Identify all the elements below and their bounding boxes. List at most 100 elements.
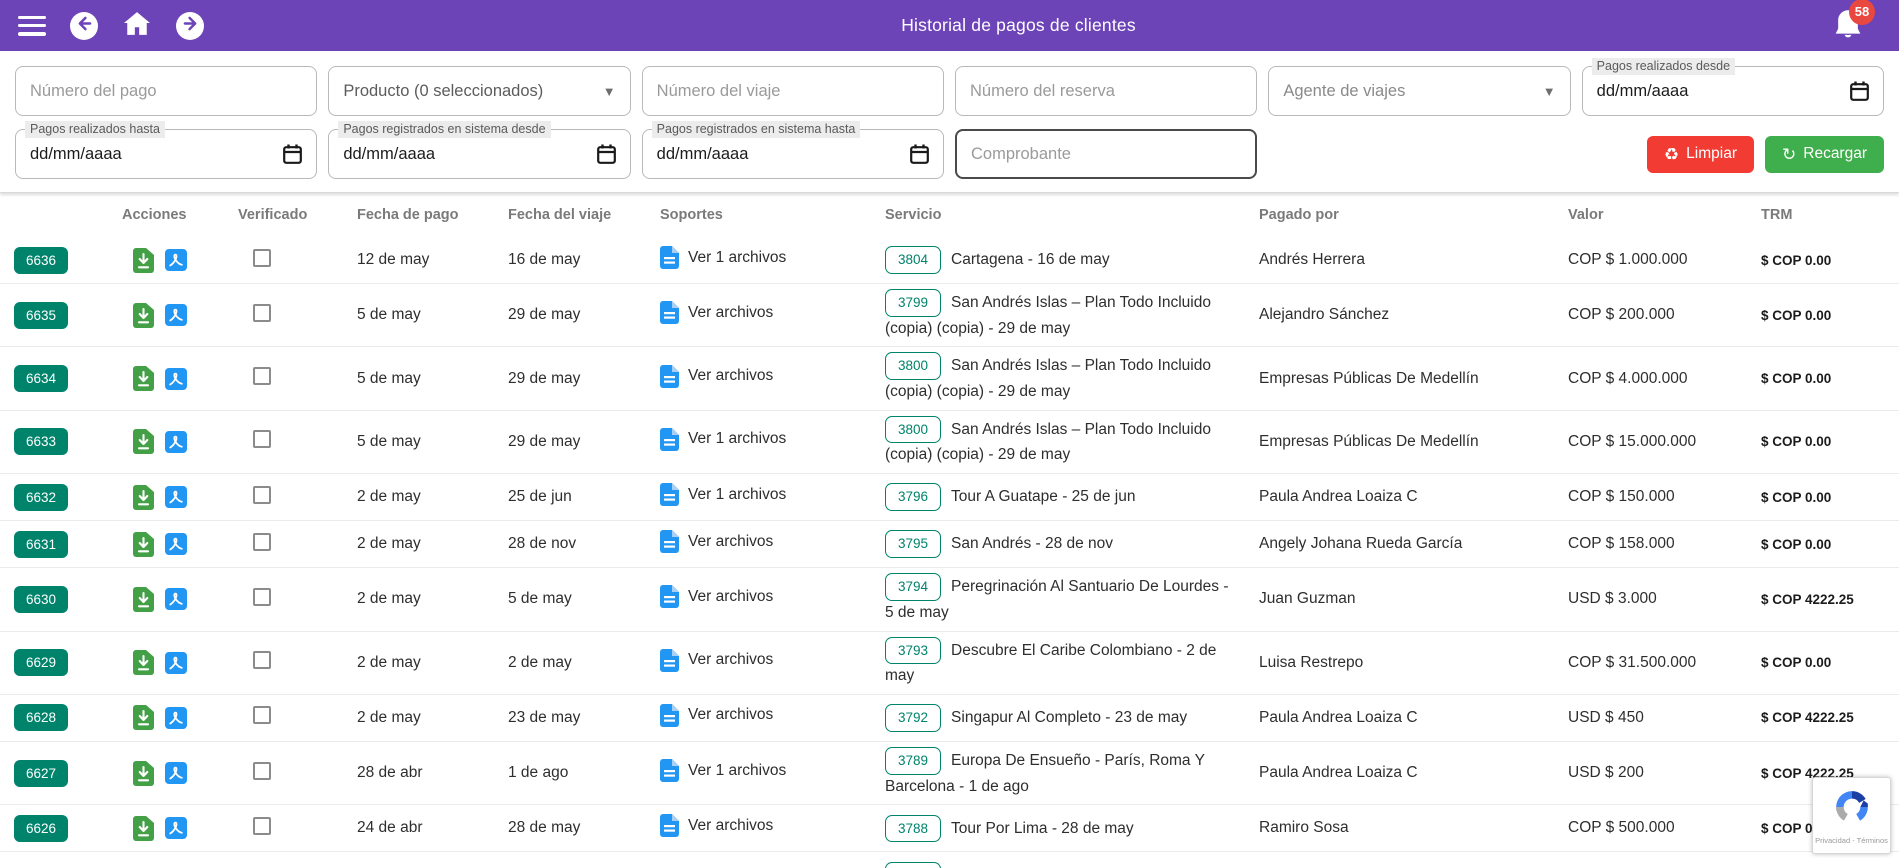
- verified-checkbox[interactable]: [253, 367, 271, 386]
- notifications-button[interactable]: 58: [1833, 0, 1875, 43]
- view-files-link[interactable]: Ver archivos: [660, 585, 773, 609]
- pdf-icon[interactable]: [165, 367, 187, 390]
- verified-checkbox[interactable]: [253, 816, 271, 835]
- pdf-icon[interactable]: [165, 588, 187, 611]
- download-file-icon[interactable]: [133, 247, 154, 273]
- home-button[interactable]: [122, 11, 152, 40]
- download-file-icon[interactable]: [133, 705, 154, 731]
- payment-id-badge[interactable]: 6634: [14, 365, 68, 393]
- download-file-icon[interactable]: [133, 429, 154, 455]
- service-code-badge[interactable]: 3792: [885, 704, 942, 732]
- calendar-icon[interactable]: [283, 144, 303, 164]
- payment-id-badge[interactable]: 6632: [14, 483, 68, 511]
- calendar-icon[interactable]: [1850, 81, 1869, 101]
- verified-checkbox[interactable]: [253, 587, 271, 606]
- reservation-number-input[interactable]: [970, 81, 1243, 101]
- service-code-badge[interactable]: 3800: [885, 415, 942, 444]
- pdf-icon[interactable]: [165, 430, 187, 453]
- registered-to-value[interactable]: dd/mm/aaaa: [657, 145, 910, 164]
- service-code-badge[interactable]: 3794: [885, 573, 942, 601]
- back-button[interactable]: [70, 11, 98, 40]
- payments-from-date-field[interactable]: Pagos realizados desde dd/mm/aaaa: [1581, 58, 1884, 116]
- calendar-icon[interactable]: [596, 144, 616, 164]
- verified-checkbox[interactable]: [253, 532, 271, 551]
- payment-id-badge[interactable]: 6629: [14, 649, 68, 677]
- service-code-badge[interactable]: 3800: [885, 352, 942, 380]
- download-file-icon[interactable]: [133, 586, 154, 612]
- voucher-input[interactable]: [971, 144, 1242, 164]
- travel-agent-select[interactable]: Agente de viajes ▼: [1268, 66, 1571, 116]
- view-files-link[interactable]: Ver 1 archivos: [660, 246, 786, 269]
- table-row: 6634 5 de may 29 de may Ver archivos 3800 San…: [0, 347, 1899, 411]
- id-cell: 6631: [0, 530, 122, 558]
- registered-from-date-field[interactable]: Pagos registrados en sistema desde dd/mm…: [328, 121, 631, 179]
- download-file-icon[interactable]: [133, 484, 154, 510]
- view-files-link[interactable]: Ver 1 archivos: [660, 483, 786, 507]
- verified-checkbox[interactable]: [253, 248, 271, 267]
- payment-value: COP $ 200.000: [1568, 306, 1675, 324]
- download-file-icon[interactable]: [133, 815, 154, 841]
- payment-id-badge[interactable]: 6636: [14, 246, 68, 274]
- verified-checkbox[interactable]: [253, 430, 271, 449]
- verified-cell: [238, 761, 357, 785]
- recaptcha-privacy-terms[interactable]: Privacidad - Términos: [1815, 836, 1888, 845]
- reload-button[interactable]: ↻ Recargar: [1765, 135, 1884, 173]
- verified-checkbox[interactable]: [253, 651, 271, 670]
- download-file-icon[interactable]: [133, 366, 154, 392]
- payment-number-input[interactable]: [30, 81, 303, 101]
- view-files-link[interactable]: Ver archivos: [660, 703, 773, 727]
- service-code-badge[interactable]: 3796: [885, 483, 942, 511]
- verified-checkbox[interactable]: [253, 485, 271, 504]
- verified-checkbox[interactable]: [253, 706, 271, 725]
- pdf-icon[interactable]: [165, 651, 187, 674]
- pdf-icon[interactable]: [165, 817, 187, 840]
- verified-checkbox[interactable]: [253, 761, 271, 780]
- forward-button[interactable]: [176, 11, 204, 40]
- service-code-badge[interactable]: 3789: [885, 746, 942, 775]
- view-files-link[interactable]: Ver archivos: [660, 364, 773, 388]
- calendar-icon[interactable]: [910, 144, 929, 164]
- pdf-icon[interactable]: [165, 304, 187, 327]
- service-code-badge[interactable]: 3799: [885, 289, 942, 317]
- payment-id-badge[interactable]: 6630: [14, 585, 68, 613]
- pdf-icon[interactable]: [165, 706, 187, 729]
- payments-from-value[interactable]: dd/mm/aaaa: [1597, 82, 1850, 101]
- download-file-icon[interactable]: [133, 760, 154, 786]
- service-code-badge[interactable]: 3804: [885, 246, 942, 274]
- pdf-icon[interactable]: [165, 486, 187, 509]
- payments-to-date-field[interactable]: Pagos realizados hasta dd/mm/aaaa: [15, 121, 318, 179]
- trip-number-input[interactable]: [656, 81, 929, 101]
- registered-to-date-field[interactable]: Pagos registrados en sistema hasta dd/mm…: [641, 121, 944, 179]
- recaptcha-badge[interactable]: Privacidad - Términos: [1812, 777, 1891, 854]
- view-files-link[interactable]: Ver archivos: [660, 530, 773, 554]
- registered-from-value[interactable]: dd/mm/aaaa: [343, 145, 596, 164]
- payment-id-badge[interactable]: 6628: [14, 704, 68, 732]
- service-code-badge[interactable]: 3785: [885, 862, 942, 868]
- payments-to-value[interactable]: dd/mm/aaaa: [30, 145, 283, 164]
- service-code-badge[interactable]: 3795: [885, 530, 942, 558]
- payment-id-badge[interactable]: 6633: [14, 428, 68, 456]
- verified-checkbox[interactable]: [253, 303, 271, 322]
- download-file-icon[interactable]: [133, 531, 154, 557]
- trip-date: 5 de may: [508, 590, 572, 608]
- view-files-link[interactable]: Ver 1 archivos: [660, 427, 786, 451]
- payment-id-badge[interactable]: 6631: [14, 530, 68, 558]
- service-code-badge[interactable]: 3788: [885, 814, 942, 843]
- clear-button[interactable]: ♻ Limpiar: [1646, 135, 1754, 173]
- pdf-icon[interactable]: [165, 249, 187, 271]
- service-code-badge[interactable]: 3793: [885, 636, 942, 665]
- menu-icon[interactable]: [18, 15, 46, 36]
- supports-cell: Ver 1 archivos: [660, 759, 885, 787]
- payment-id-badge[interactable]: 6627: [14, 759, 68, 787]
- download-file-icon[interactable]: [133, 650, 154, 676]
- pdf-icon[interactable]: [165, 533, 187, 556]
- view-files-link[interactable]: Ver archivos: [660, 301, 773, 325]
- view-files-link[interactable]: Ver archivos: [660, 814, 773, 838]
- view-files-link[interactable]: Ver archivos: [660, 648, 773, 672]
- payment-id-badge[interactable]: 6635: [14, 301, 68, 329]
- view-files-link[interactable]: Ver 1 archivos: [660, 759, 786, 783]
- pdf-icon[interactable]: [165, 762, 187, 785]
- payment-id-badge[interactable]: 6626: [14, 814, 68, 842]
- download-file-icon[interactable]: [133, 302, 154, 328]
- product-select[interactable]: Producto (0 seleccionados) ▼: [328, 66, 631, 116]
